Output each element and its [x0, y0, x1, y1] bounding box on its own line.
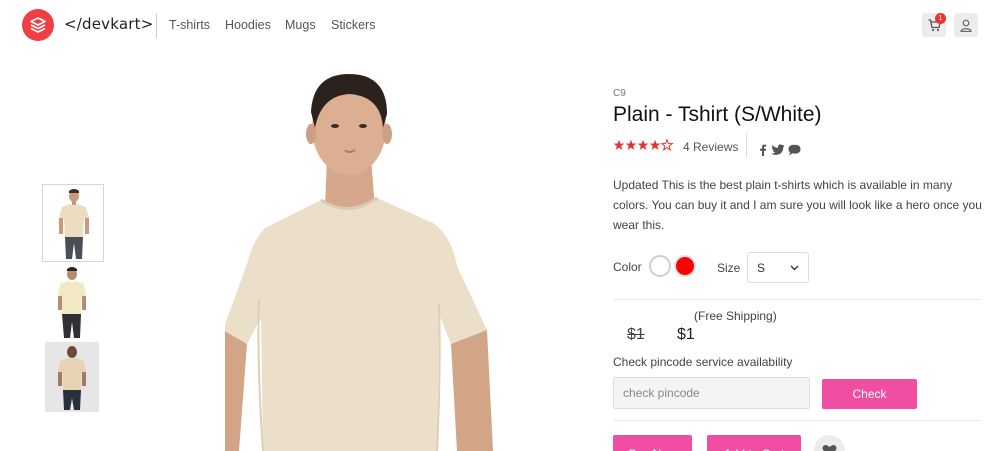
divider [746, 134, 747, 158]
color-swatch-red[interactable] [674, 255, 696, 277]
heart-icon [822, 445, 837, 451]
nav-link-hoodies[interactable]: Hoodies [225, 18, 271, 32]
user-icon [960, 19, 972, 32]
twitter-icon[interactable] [771, 141, 785, 160]
divider [156, 13, 157, 38]
thumbnail-side[interactable] [42, 264, 104, 342]
chevron-down-icon [790, 265, 799, 271]
user-button[interactable] [954, 13, 978, 37]
size-label: Size [717, 261, 741, 275]
nav-link-stickers[interactable]: Stickers [331, 18, 375, 32]
nav-link-mugs[interactable]: Mugs [285, 18, 316, 32]
main-product-image [225, 68, 555, 451]
star-filled-icon [613, 139, 625, 150]
add-to-cart-button[interactable]: Add to Cart [707, 435, 801, 451]
current-price: $1 [677, 326, 695, 343]
pincode-input[interactable] [613, 377, 810, 409]
brand-name[interactable]: </devkart> [64, 15, 153, 33]
tshirt-front-image [43, 185, 103, 261]
divider [613, 420, 980, 421]
cart-count-badge: 1 [935, 13, 946, 24]
divider [613, 299, 980, 300]
star-filled-icon [637, 139, 649, 150]
tshirt-side-image [42, 264, 104, 342]
shipping-note: (Free Shipping) [694, 309, 777, 323]
star-rating [613, 139, 674, 151]
chat-icon[interactable] [788, 141, 801, 160]
size-select[interactable]: S [747, 252, 809, 283]
pincode-label: Check pincode service availability [613, 355, 793, 369]
layers-logo-icon[interactable] [22, 9, 54, 41]
size-selected-value: S [757, 261, 766, 275]
star-filled-icon [649, 139, 661, 150]
check-pincode-button[interactable]: Check [822, 379, 917, 409]
buy-now-button[interactable]: Buy Now [613, 435, 692, 451]
star-filled-icon [625, 139, 637, 150]
product-description: Updated This is the best plain t-shirts … [613, 178, 982, 232]
product-sku: C9 [613, 88, 626, 99]
thumbnail-front[interactable] [42, 184, 104, 262]
thumbnail-back[interactable] [45, 342, 99, 412]
tshirt-back-image [45, 342, 99, 412]
old-price: $1 [627, 326, 645, 343]
reviews-link[interactable]: 4 Reviews [683, 140, 738, 154]
facebook-icon[interactable] [759, 141, 767, 160]
star-empty-icon [660, 139, 674, 151]
color-swatch-white[interactable] [649, 255, 671, 277]
nav-link-tshirts[interactable]: T-shirts [169, 18, 210, 32]
top-navbar: </devkart> T-shirts Hoodies Mugs Sticker… [0, 0, 1000, 52]
wishlist-button[interactable] [814, 435, 845, 451]
color-label: Color [613, 260, 642, 274]
product-title: Plain - Tshirt (S/White) [613, 103, 822, 126]
